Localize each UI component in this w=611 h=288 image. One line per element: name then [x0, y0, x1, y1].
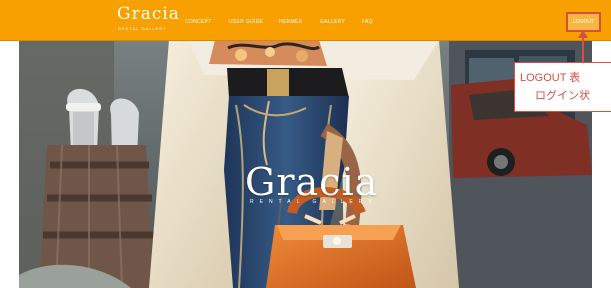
logout-callout-box: LOGOUT 表 ログイン状 — [514, 62, 611, 112]
callout-line-1: LOGOUT 表 — [520, 72, 581, 84]
nav-link-hermes[interactable]: HERMES — [279, 19, 302, 25]
hero-subtitle: RENTAL GALLERY — [250, 199, 378, 205]
brand-logo[interactable]: Gracia — [117, 5, 180, 23]
arrow-up-icon — [578, 30, 588, 38]
callout-line-2: ログイン状 — [535, 90, 590, 102]
page-frame: Gracia RENTAL GALLERY CONCEPT USER GUIDE… — [0, 0, 611, 288]
nav-link-faq[interactable]: FAQ — [362, 19, 373, 25]
hero-logo: Gracia — [245, 160, 379, 204]
top-navigation-bar: Gracia RENTAL GALLERY CONCEPT USER GUIDE… — [0, 0, 611, 41]
logout-button[interactable]: LOGOUT — [566, 12, 601, 32]
brand-subtitle: RENTAL GALLERY — [118, 26, 167, 31]
nav-link-user-guide[interactable]: USER GUIDE — [229, 19, 263, 25]
nav-link-concept[interactable]: CONCEPT — [185, 19, 212, 25]
nav-link-gallery[interactable]: GALLERY — [320, 19, 345, 25]
left-page-margin — [0, 40, 19, 288]
